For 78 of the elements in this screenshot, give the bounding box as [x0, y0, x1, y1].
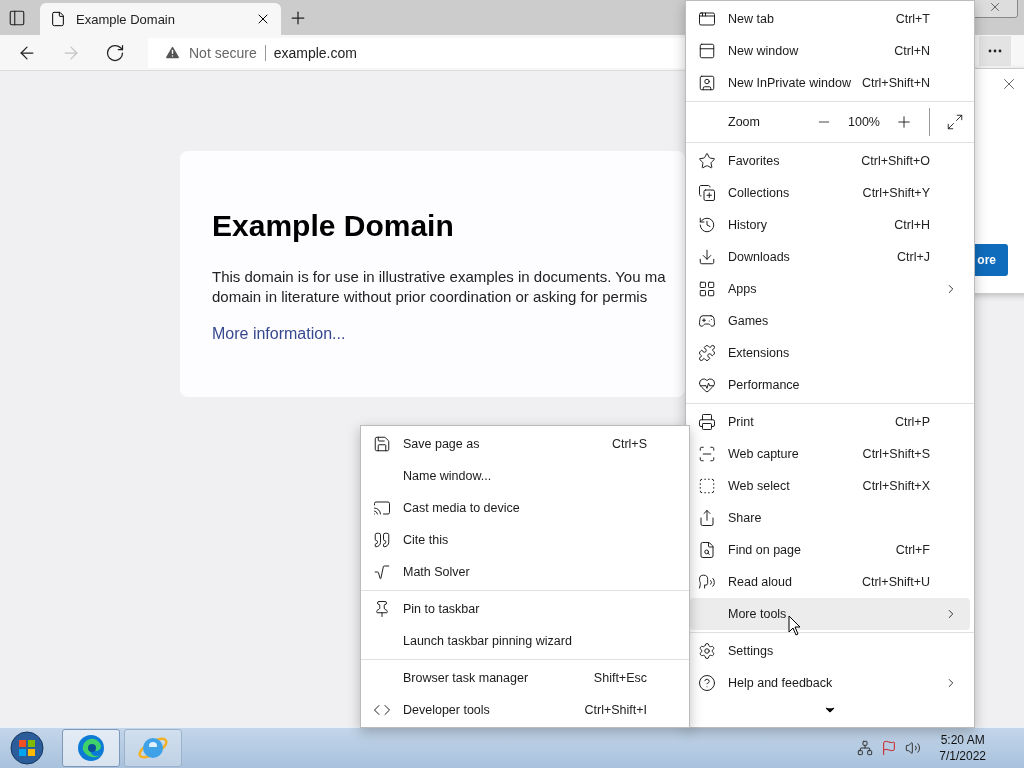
tab-actions-icon[interactable] — [8, 8, 26, 27]
puzzle-icon — [698, 344, 716, 362]
window-close-button[interactable] — [972, 0, 1018, 18]
taskbar-button[interactable] — [62, 729, 120, 767]
menu-item[interactable]: Pin to taskbar — [365, 593, 685, 625]
menu-item[interactable]: History Ctrl+H — [690, 209, 970, 241]
dashed-square-icon — [698, 477, 716, 495]
menu-item[interactable]: Web select Ctrl+Shift+X — [690, 470, 970, 502]
menu-item[interactable]: Browser task manager Shift+Esc — [365, 662, 685, 694]
warning-icon — [164, 44, 181, 61]
clock-time: 5:20 AM — [940, 732, 985, 748]
paragraph-line: domain in literature without prior coordination or asking for permis — [212, 287, 649, 307]
grid-icon — [698, 280, 716, 298]
clock-date: 7/1/2022 — [939, 748, 986, 764]
close-icon — [988, 0, 1002, 14]
menu-item[interactable]: Name window... — [365, 460, 685, 492]
more-information-link[interactable]: More information... — [212, 325, 346, 343]
find-icon — [698, 541, 716, 559]
start-orb-icon[interactable] — [10, 731, 44, 765]
mouse-pointer-icon — [788, 615, 802, 637]
network-icon[interactable] — [857, 740, 874, 756]
square-root-icon — [373, 563, 391, 581]
quote-icon — [373, 531, 391, 549]
help-icon — [698, 674, 716, 692]
menu-item[interactable]: Developer tools Ctrl+Shift+I — [365, 694, 685, 726]
menu-item[interactable]: Apps — [690, 273, 970, 305]
menu-item[interactable]: Settings — [690, 635, 970, 667]
zoom-value: 100% — [847, 115, 881, 129]
cast-icon — [373, 499, 391, 517]
capture-icon — [698, 445, 716, 463]
menu-item[interactable]: Cite this — [365, 524, 685, 556]
menu-item[interactable]: New InPrivate window Ctrl+Shift+N — [690, 67, 970, 99]
paragraph-line: This domain is for use in illustrative examples in documents. You ma — [212, 267, 667, 287]
printer-icon — [698, 413, 716, 431]
private-window-icon — [698, 74, 716, 92]
menu-item[interactable]: Web capture Ctrl+Shift+S — [690, 438, 970, 470]
menu-item[interactable]: Performance — [690, 369, 970, 401]
menu-item[interactable]: Math Solver — [365, 556, 685, 588]
menu-item[interactable]: Extensions — [690, 337, 970, 369]
save-icon — [373, 435, 391, 453]
security-label: Not secure — [189, 44, 257, 61]
menu-item[interactable]: Find on page Ctrl+F — [690, 534, 970, 566]
url-text: example.com — [273, 44, 357, 61]
read-aloud-icon — [698, 573, 716, 591]
zoom-label: Zoom — [728, 115, 761, 129]
fullscreen-icon[interactable] — [946, 113, 964, 131]
download-icon — [698, 248, 716, 266]
menu-item[interactable]: More tools — [690, 598, 970, 630]
menu-item[interactable]: Collections Ctrl+Shift+Y — [690, 177, 970, 209]
page-icon — [50, 11, 66, 27]
refresh-icon[interactable] — [105, 42, 125, 63]
menu-item[interactable]: Launch taskbar pinning wizard — [365, 625, 685, 657]
menu-item[interactable]: New tab Ctrl+T — [690, 3, 970, 35]
menu-item[interactable]: Favorites Ctrl+Shift+O — [690, 145, 970, 177]
share-icon — [698, 509, 716, 527]
new-tab-icon — [698, 10, 716, 28]
settings-icon — [698, 642, 716, 660]
more-icon — [988, 49, 1002, 53]
menu-item[interactable]: Games — [690, 305, 970, 337]
gamepad-icon — [698, 312, 716, 330]
menu-item[interactable]: Read aloud Ctrl+Shift+U — [690, 566, 970, 598]
browser-tab[interactable]: Example Domain — [40, 3, 281, 35]
zoom-in-icon[interactable] — [895, 113, 913, 131]
flag-icon[interactable] — [881, 740, 898, 756]
star-icon — [698, 152, 716, 170]
menu-item[interactable]: Cast media to device — [365, 492, 685, 524]
menu-item[interactable]: Share — [690, 502, 970, 534]
page-title: Example Domain — [212, 209, 455, 243]
speaker-icon[interactable] — [905, 740, 922, 756]
clock[interactable]: 5:20 AM 7/1/2022 — [939, 732, 986, 764]
collections-icon — [698, 184, 716, 202]
heart-pulse-icon — [698, 376, 716, 394]
menu-item[interactable]: Save page as Ctrl+S — [365, 428, 685, 460]
menu-item[interactable]: Print Ctrl+P — [690, 406, 970, 438]
history-icon — [698, 216, 716, 234]
window-icon — [698, 42, 716, 60]
menu-item[interactable]: Help and feedback — [690, 667, 970, 699]
pin-icon — [373, 600, 391, 618]
